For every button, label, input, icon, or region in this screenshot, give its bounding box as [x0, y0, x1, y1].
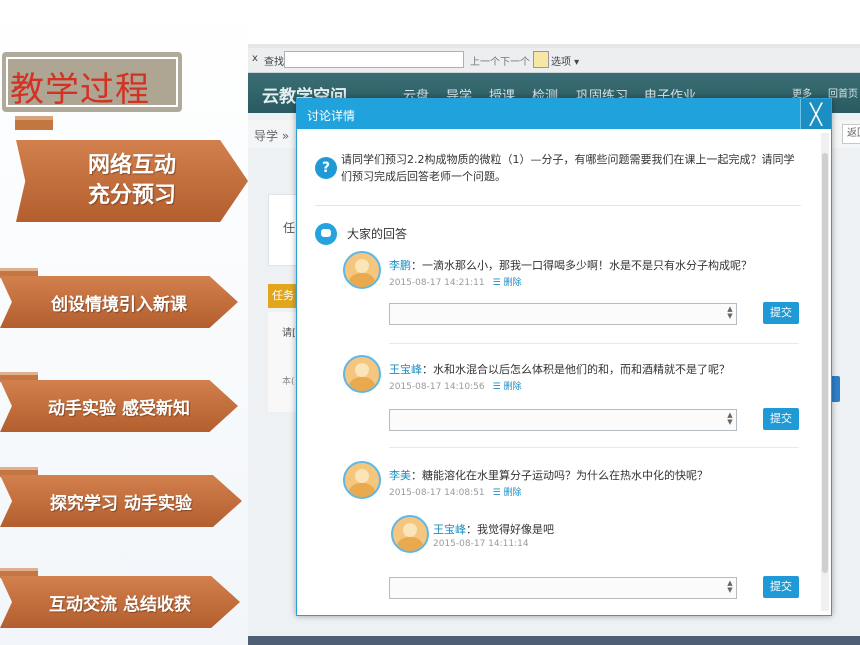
- answer-content: ：糖能溶化在水里算分子运动吗？为什么在热水中化的快呢？: [411, 469, 708, 482]
- divider: [389, 343, 799, 344]
- avatar: [343, 251, 381, 289]
- delete-link[interactable]: ☰ 删除: [493, 488, 522, 498]
- slide-title: 教学过程: [10, 70, 150, 110]
- answer-content: ：一滴水那么小，那我一口得喝多少啊！水是不是只有水分子构成呢？: [411, 259, 752, 272]
- avatar: [343, 355, 381, 393]
- answer-item: 王宝峰：水和水混合以后怎么体积是他们的和，而和酒精就不是了呢？ 2015-08-…: [343, 355, 813, 459]
- find-input[interactable]: [284, 51, 464, 68]
- reply-content: ：我觉得好像是吧: [466, 523, 554, 536]
- scrollbar-thumb[interactable]: [822, 153, 828, 573]
- answer-time: 2015-08-17 14:08:51: [389, 488, 485, 498]
- background-card-text: 任: [283, 221, 296, 235]
- answer-text: 李美：糖能溶化在水里算分子运动吗？为什么在热水中化的快呢？: [389, 467, 708, 483]
- answer-text: 李鹏：一滴水那么小，那我一口得喝多少啊！水是不是只有水分子构成呢？: [389, 257, 752, 273]
- find-prev-button[interactable]: 上一个: [470, 53, 500, 68]
- answer-content: ：水和水混合以后怎么体积是他们的和，而和酒精就不是了呢？: [422, 363, 730, 376]
- answer-time: 2015-08-17 14:21:11: [389, 278, 485, 288]
- dialog-body: ? 请同学们预习2.2构成物质的微粒（1）—分子，有哪些问题需要我们在课上一起完…: [297, 129, 831, 615]
- answer-item: 李鹏：一滴水那么小，那我一口得喝多少啊！水是不是只有水分子构成呢？ 2015-0…: [343, 251, 813, 351]
- highlight-pen-icon[interactable]: [533, 51, 549, 68]
- reply-input[interactable]: ▲ ▼: [389, 577, 737, 599]
- step-intro[interactable]: 创设情境引入新课: [0, 276, 238, 328]
- slide-title-box: 教学过程: [2, 52, 182, 112]
- delete-link[interactable]: ☰ 删除: [493, 382, 522, 392]
- discussion-dialog: 讨论详情 ╳ ? 请同学们预习2.2构成物质的微粒（1）—分子，有哪些问题需要我…: [296, 98, 832, 616]
- submit-button[interactable]: 提交: [763, 408, 799, 430]
- background-task-card: 请[ 本(: [268, 312, 298, 412]
- step-explore-label: 探究学习 动手实验: [50, 493, 192, 514]
- answer-meta: 2015-08-17 14:10:56 ☰ 删除: [389, 379, 522, 392]
- answer-author[interactable]: 王宝峰: [389, 363, 422, 376]
- slide-left-panel: 教学过程 网络互动 充分预习 创设情境引入新课 动手实验 感受新知 探究学习 动…: [0, 0, 248, 645]
- embedded-screenshot: x 查找: 上一个 下一个 选项 ▾ 云教学空间 云盘 导学 授课 检测 巩固练…: [248, 44, 860, 645]
- reply-input[interactable]: ▲ ▼: [389, 303, 737, 325]
- answer-author[interactable]: 李美: [389, 469, 411, 482]
- delete-label: 删除: [503, 278, 522, 288]
- answer-item: 李美：糖能溶化在水里算分子运动吗？为什么在热水中化的快呢？ 2015-08-17…: [343, 461, 813, 611]
- delete-label: 删除: [503, 382, 522, 392]
- chat-bubble-icon: [315, 223, 337, 245]
- answer-time: 2015-08-17 14:10:56: [389, 382, 485, 392]
- step-experiment[interactable]: 动手实验 感受新知: [0, 380, 238, 432]
- submit-button[interactable]: 提交: [763, 302, 799, 324]
- submit-button[interactable]: 提交: [763, 576, 799, 598]
- question-text: 请同学们预习2.2构成物质的微粒（1）—分子，有哪些问题需要我们在课上一起完成？…: [341, 153, 795, 183]
- delete-link[interactable]: ☰ 删除: [493, 278, 522, 288]
- nav-home[interactable]: 回首页: [828, 85, 858, 100]
- breadcrumb-guide[interactable]: 导学 »: [254, 127, 289, 144]
- back-button[interactable]: 返回: [842, 124, 860, 144]
- step-intro-label: 创设情境引入新课: [51, 294, 187, 315]
- taskbar: [248, 636, 860, 645]
- question-icon: ?: [315, 157, 337, 179]
- reply-author[interactable]: 王宝峰: [433, 523, 466, 536]
- step-experiment-label: 动手实验 感受新知: [48, 398, 190, 419]
- answer-text: 王宝峰：水和水混合以后怎么体积是他们的和，而和酒精就不是了呢？: [389, 361, 730, 377]
- slide-title-tab: [15, 116, 53, 130]
- background-snippet: 本(: [282, 377, 295, 387]
- dialog-scrollbar[interactable]: [821, 133, 829, 611]
- answer-meta: 2015-08-17 14:21:11 ☰ 删除: [389, 275, 522, 288]
- dialog-title: 讨论详情: [307, 109, 356, 123]
- dialog-header: 讨论详情 ╳: [297, 99, 831, 129]
- step-preview[interactable]: 网络互动 充分预习: [16, 140, 248, 222]
- reply-input[interactable]: ▲ ▼: [389, 409, 737, 431]
- find-close-button[interactable]: x: [252, 53, 258, 64]
- nested-reply: 王宝峰：我觉得好像是吧 2015-08-17 14:11:14: [391, 515, 591, 559]
- divider: [315, 205, 801, 206]
- answer-meta: 2015-08-17 14:08:51 ☰ 删除: [389, 485, 522, 498]
- find-bar: x 查找: 上一个 下一个 选项 ▾: [248, 48, 860, 73]
- find-options-button[interactable]: 选项 ▾: [551, 53, 579, 68]
- step-explore[interactable]: 探究学习 动手实验: [0, 475, 242, 527]
- divider: [389, 447, 799, 448]
- step-preview-label: 网络互动 充分预习: [87, 153, 176, 208]
- step-summary[interactable]: 互动交流 总结收获: [0, 576, 240, 628]
- reply-text: 王宝峰：我觉得好像是吧: [433, 521, 554, 537]
- spinner-icon[interactable]: ▲ ▼: [726, 306, 734, 320]
- find-next-button[interactable]: 下一个: [500, 53, 530, 68]
- step-summary-label: 互动交流 总结收获: [49, 594, 191, 615]
- spinner-icon[interactable]: ▲ ▼: [726, 580, 734, 594]
- reply-time: 2015-08-17 14:11:14: [433, 539, 529, 549]
- answer-author[interactable]: 李鹏: [389, 259, 411, 272]
- background-snippet: 请[: [282, 328, 296, 339]
- avatar: [343, 461, 381, 499]
- close-icon[interactable]: ╳: [800, 99, 831, 129]
- spinner-icon[interactable]: ▲ ▼: [726, 412, 734, 426]
- avatar: [391, 515, 429, 553]
- answers-label: 大家的回答: [347, 227, 408, 241]
- delete-label: 删除: [503, 488, 522, 498]
